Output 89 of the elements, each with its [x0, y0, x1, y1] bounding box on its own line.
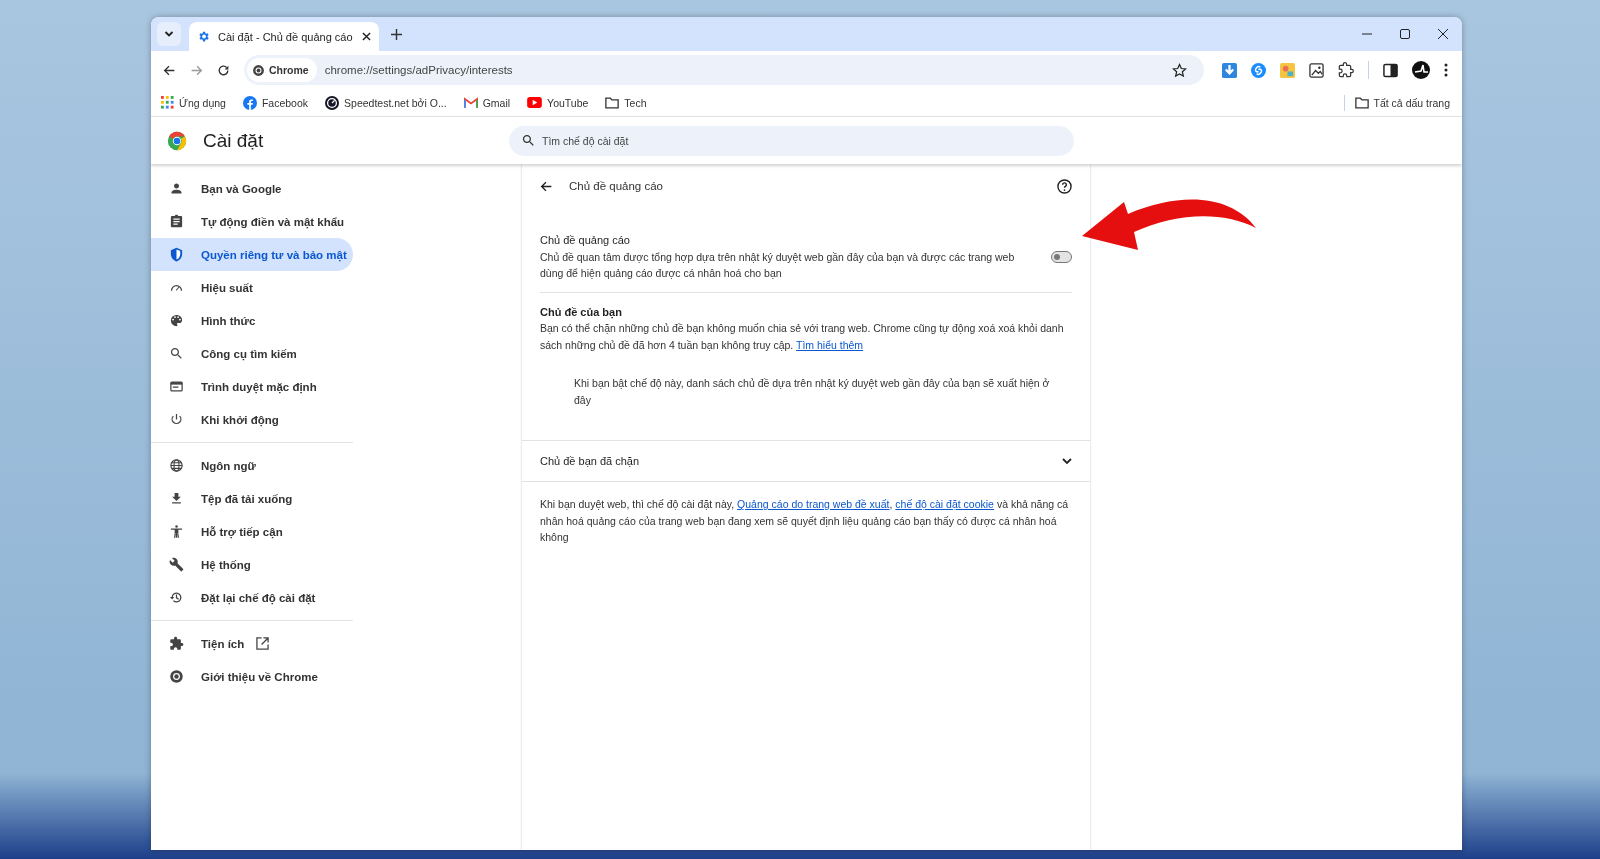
folder-icon — [605, 96, 620, 109]
empty-state-text: Khi bạn bật chế độ này, danh sách chủ đề dựa trên nhật ký duyệt web gần đây của bạn sẽ xuất hiện ở đây — [573, 376, 1051, 408]
profile-avatar-icon[interactable] — [1412, 61, 1430, 79]
maximize-icon — [1400, 29, 1410, 39]
apps-grid-icon — [161, 96, 174, 109]
sidebar-item[interactable]: Hiệu suất — [151, 271, 353, 304]
bookmark[interactable]: Tech — [605, 96, 647, 109]
sidebar-item[interactable]: Trình duyệt mặc định — [151, 370, 353, 403]
person-icon — [169, 181, 184, 196]
reload-icon — [217, 63, 230, 77]
sidebar-item[interactable]: Đặt lại chế độ cài đặt — [151, 581, 353, 614]
palette-icon — [169, 313, 184, 328]
chevron-down-icon — [1062, 457, 1072, 465]
close-icon — [1438, 29, 1448, 39]
sidebar-item[interactable]: Công cụ tìm kiếm — [151, 337, 353, 370]
bookmark[interactable]: YouTube — [527, 96, 589, 109]
menu-icon[interactable] — [1444, 63, 1448, 77]
bookmark[interactable]: Gmail — [463, 96, 511, 109]
tab-title: Cài đặt - Chủ đề quảng cáo — [218, 30, 354, 43]
swirl-logo-icon[interactable] — [1251, 62, 1266, 78]
accessibility-icon — [169, 524, 184, 539]
sidebar-item[interactable]: Hỗ trợ tiếp cận — [151, 515, 353, 548]
colorful-extension-icon[interactable] — [1280, 62, 1295, 78]
search-field[interactable]: Tìm chế độ cài đặt — [509, 125, 1074, 156]
all-bookmarks-button[interactable]: Tất cả dấu trang — [1354, 96, 1450, 109]
gear-icon — [197, 30, 210, 43]
browser-window-icon — [169, 379, 184, 394]
bookmark[interactable]: Ứng dụng — [161, 96, 226, 109]
page-title: Chủ đề quảng cáo — [569, 178, 664, 194]
sidebar-item[interactable]: Quyền riêng tư và bảo mật — [151, 238, 353, 271]
bookmark[interactable]: Speedtest.net bởi O... — [325, 95, 447, 110]
section-title: Chủ đề của bạn — [540, 304, 623, 320]
link[interactable]: Tìm hiểu thêm — [796, 338, 864, 351]
extensions-icon[interactable] — [1338, 62, 1354, 78]
row-title: Chủ đề bạn đã chặn — [540, 453, 641, 469]
search-icon — [521, 133, 536, 148]
play-logo-icon — [527, 97, 543, 108]
tab-list-button[interactable] — [157, 22, 181, 46]
blocked-topics-row[interactable]: Chủ đề bạn đã chặn — [522, 440, 1090, 482]
sidebar-item[interactable]: Hình thức — [151, 304, 353, 337]
close-icon[interactable] — [362, 32, 371, 41]
facebook-logo-icon — [242, 95, 257, 110]
sidebar-item[interactable]: Tự động điền và mật khẩu — [151, 205, 353, 238]
chrome-logo-icon — [252, 63, 265, 77]
sidebar-item[interactable]: Khi khởi động — [151, 403, 353, 436]
star-icon[interactable] — [1172, 62, 1187, 78]
section-description: Bạn có thể chặn những chủ đề bạn không muốn chia sẻ với trang web. Chrome cũng tự động xoá xoá khỏi danh sách những chủ đề đã hơn 4 tuần bạn không truy cập. Tìm hiểu thêm — [540, 321, 1065, 353]
image-icon[interactable] — [1309, 62, 1324, 78]
browser-tab[interactable]: Cài đặt - Chủ đề quảng cáo — [189, 22, 379, 51]
url-text: chrome://settings/adPrivacy/interests — [324, 64, 514, 76]
download-icon — [169, 491, 184, 506]
mail-logo-icon — [463, 97, 478, 108]
minimize-icon — [1362, 33, 1372, 35]
globe-icon — [169, 458, 184, 473]
sidebar-item[interactable]: Bạn và Google — [151, 172, 353, 205]
sidebar-item[interactable]: Ngôn ngữ — [151, 449, 353, 482]
folder-icon — [1354, 96, 1369, 109]
back-icon — [540, 179, 553, 193]
toggle-switch[interactable] — [1051, 250, 1072, 263]
gauge-logo-icon — [325, 95, 340, 110]
download-arrow-icon[interactable] — [1222, 62, 1237, 78]
sidebar-item[interactable]: Giới thiệu về Chrome — [151, 660, 353, 693]
back-icon — [163, 63, 176, 77]
address-bar[interactable]: Chrome chrome://settings/adPrivacy/interests — [244, 55, 1204, 85]
side-panel-icon[interactable] — [1383, 62, 1398, 78]
puzzle-icon — [169, 636, 184, 651]
wrench-icon — [169, 557, 184, 572]
sidebar-item[interactable]: Hệ thống — [151, 548, 353, 581]
forward-icon — [190, 63, 203, 77]
link[interactable]: chế độ cài đặt cookie — [895, 498, 994, 510]
footer-text: Khi bạn duyệt web, thì chế độ cài đặt này, Quảng cáo do trang web đề xuất, chế độ cài đặt cookie và khả năng cá nhân hoá quảng cáo của trang web bạn đang xem sẽ quyết định liệu quảng cáo bạn thấy có được cá nhân hoá không — [539, 497, 1070, 545]
site-chip[interactable]: Chrome — [247, 58, 317, 82]
chevron-down-icon — [164, 29, 174, 39]
sidebar-item[interactable]: Tiện ích — [151, 627, 353, 660]
shield-icon — [169, 247, 184, 262]
sidebar-item[interactable]: Tệp đã tải xuống — [151, 482, 353, 515]
search-placeholder: Tìm chế độ cài đặt — [542, 134, 629, 147]
settings-title: Cài đặt — [203, 129, 265, 152]
help-icon[interactable] — [1057, 178, 1072, 194]
search-icon — [169, 346, 184, 361]
chrome-logo-icon — [169, 669, 184, 684]
power-icon — [169, 412, 184, 427]
chrome-logo-icon — [167, 130, 187, 151]
setting-description: Chủ đề quan tâm được tổng hợp dựa trên nhật ký duyệt web gần đây của bạn và được các trang web dùng để hiện quảng cáo được cá nhân hoá cho bạn — [540, 249, 1016, 281]
setting-title: Chủ đề quảng cáo — [540, 233, 631, 248]
history-icon — [169, 590, 184, 605]
plus-icon — [391, 28, 402, 40]
bookmark[interactable]: Facebook — [242, 95, 309, 110]
clipboard-icon — [169, 214, 184, 229]
